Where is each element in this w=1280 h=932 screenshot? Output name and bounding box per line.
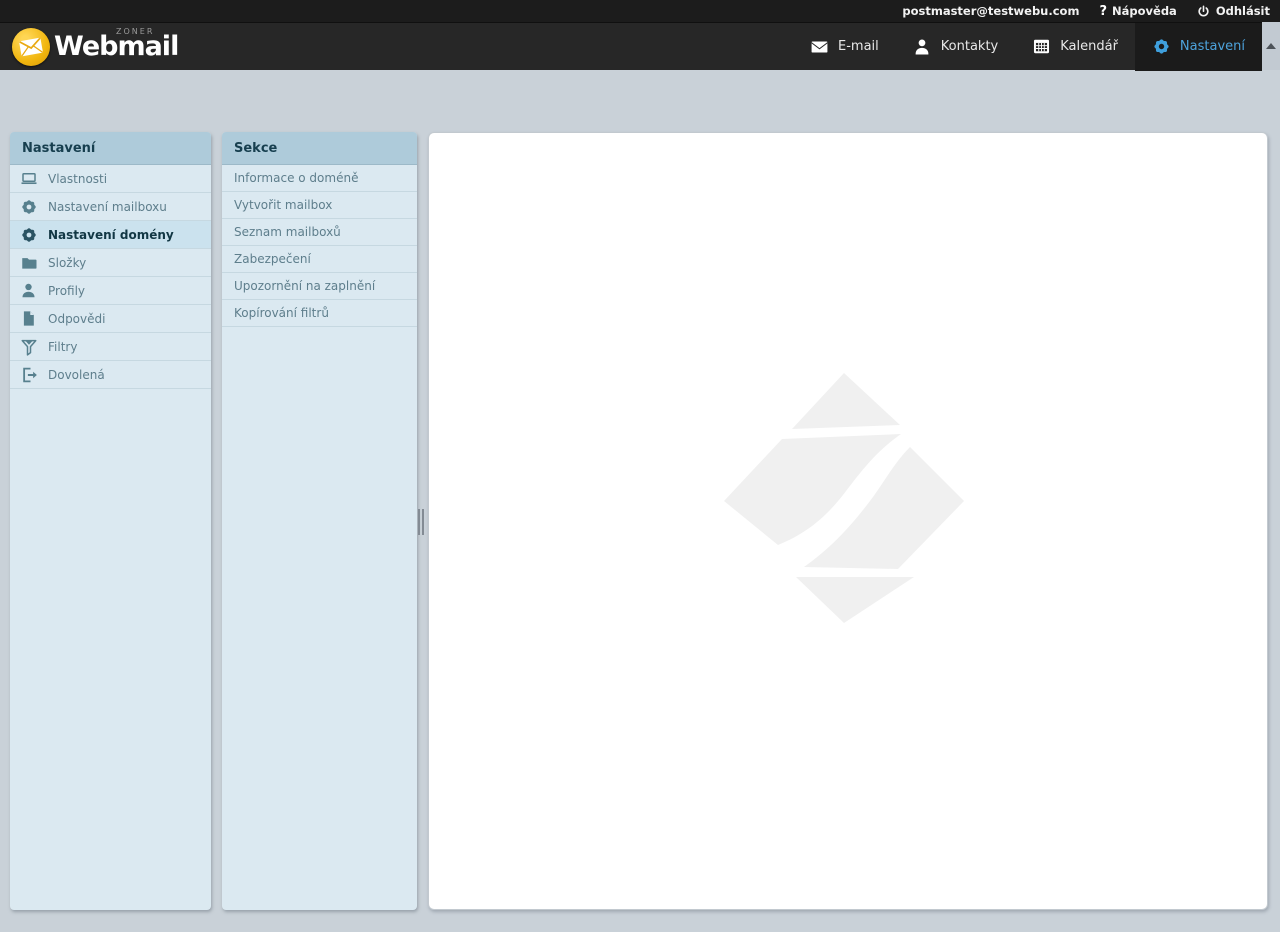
sidebar-item-label: Složky (48, 256, 86, 270)
section-item-seznam-mailboxu[interactable]: Seznam mailboxů (222, 219, 417, 246)
question-icon: ? (1099, 4, 1107, 19)
person-icon (19, 281, 38, 300)
nav-label: E-mail (838, 39, 879, 54)
section-item-vytvorit-mailbox[interactable]: Vytvořit mailbox (222, 192, 417, 219)
logout-label: Odhlásit (1216, 4, 1270, 18)
help-label: Nápověda (1112, 4, 1177, 18)
sidebar-item-dovolena[interactable]: Dovolená (10, 361, 211, 389)
help-link[interactable]: ? Nápověda (1099, 4, 1176, 19)
webmail-app: { "topbar": { "user_email": "postmaster@… (0, 0, 1280, 932)
sidebar-item-nastaveni-mailboxu[interactable]: Nastavení mailboxu (10, 193, 211, 221)
gear-icon (19, 225, 38, 244)
sidebar-item-label: Profily (48, 284, 85, 298)
sidebar-item-label: Filtry (48, 340, 77, 354)
collapse-header-button[interactable] (1262, 22, 1280, 70)
topbar: postmaster@testwebu.com ? Nápověda Odhlá… (0, 0, 1280, 22)
gear-icon (1152, 37, 1171, 56)
calendar-icon (1032, 37, 1051, 56)
folder-icon (19, 253, 38, 272)
envelope-logo-icon (12, 28, 50, 66)
sidebar-item-vlastnosti[interactable]: Vlastnosti (10, 165, 211, 193)
laptop-icon (19, 169, 38, 188)
sidebar-item-label: Nastavení mailboxu (48, 200, 167, 214)
sidebar-item-profily[interactable]: Profily (10, 277, 211, 305)
document-icon (19, 309, 38, 328)
sidebar-item-nastaveni-domeny[interactable]: Nastavení domény (10, 221, 211, 249)
sidebar-item-filtry[interactable]: Filtry (10, 333, 211, 361)
content-panel (428, 132, 1268, 910)
exit-icon (19, 365, 38, 384)
sidebar-item-label: Dovolená (48, 368, 105, 382)
sidebar-item-slozky[interactable]: Složky (10, 249, 211, 277)
zoner-watermark-icon (724, 371, 964, 629)
sidebar-item-label: Nastavení domény (48, 228, 174, 242)
brand-sub: ZONER (116, 27, 154, 36)
envelope-icon (810, 37, 829, 56)
section-item-kopirovani-filtru[interactable]: Kopírování filtrů (222, 300, 417, 327)
chevron-up-icon (1266, 43, 1276, 49)
logout-link[interactable]: Odhlásit (1197, 4, 1270, 18)
webmail-logo[interactable]: Webmail ZONER (0, 28, 178, 66)
nav-label: Kontakty (941, 39, 998, 54)
nav-label: Kalendář (1060, 39, 1118, 54)
main-nav: E-mail Kontakty (793, 23, 1262, 71)
section-item-upozorneni-na-zaplneni[interactable]: Upozornění na zaplnění (222, 273, 417, 300)
sidebar-item-label: Odpovědi (48, 312, 105, 326)
nav-settings[interactable]: Nastavení (1135, 23, 1262, 71)
gear-icon (19, 197, 38, 216)
panel-splitter-handle[interactable] (418, 509, 426, 535)
section-item-informace-o-domene[interactable]: Informace o doméně (222, 165, 417, 192)
user-email: postmaster@testwebu.com (902, 4, 1079, 18)
settings-panel: Nastavení Vlastnosti Nastavení mailboxu (10, 132, 211, 910)
person-icon (913, 37, 932, 56)
power-icon (1197, 4, 1211, 18)
header-bar: Webmail ZONER E-mail Kontakty (0, 22, 1280, 70)
sections-panel-title: Sekce (222, 132, 417, 165)
sidebar-item-label: Vlastnosti (48, 172, 107, 186)
nav-contacts[interactable]: Kontakty (896, 23, 1015, 71)
nav-email[interactable]: E-mail (793, 23, 896, 71)
settings-panel-title: Nastavení (10, 132, 211, 165)
section-item-zabezpeceni[interactable]: Zabezpečení (222, 246, 417, 273)
nav-label: Nastavení (1180, 39, 1245, 54)
nav-calendar[interactable]: Kalendář (1015, 23, 1135, 71)
sections-panel: Sekce Informace o doméně Vytvořit mailbo… (222, 132, 417, 910)
sidebar-item-odpovedi[interactable]: Odpovědi (10, 305, 211, 333)
funnel-icon (19, 337, 38, 356)
